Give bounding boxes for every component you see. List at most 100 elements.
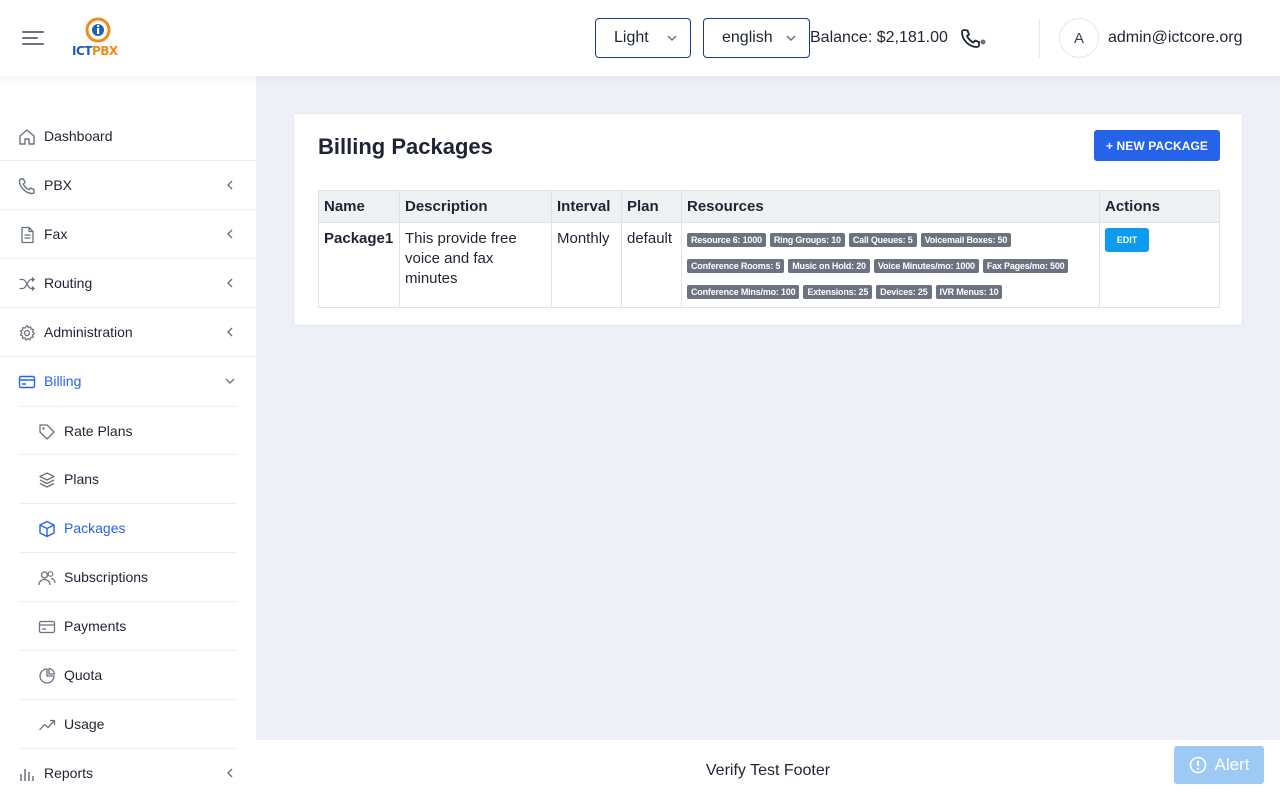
chevron-down-icon	[667, 35, 677, 42]
sidebar-item-label: Packages	[64, 520, 126, 536]
resource-badge: Devices: 25	[876, 285, 932, 299]
menu-icon[interactable]	[22, 28, 46, 48]
sidebar-item-label: Payments	[64, 618, 127, 634]
alert-button[interactable]: Alert	[1174, 746, 1264, 784]
chevron-left-icon	[227, 180, 233, 190]
sidebar-item-label: Administration	[44, 324, 133, 340]
footer-text: Verify Test Footer	[705, 762, 831, 779]
column-header-description[interactable]: Description	[399, 190, 552, 223]
chevron-down-icon	[786, 35, 796, 42]
sidebar-item-routing[interactable]: Routing	[0, 259, 256, 308]
package-resources: Resource 6: 1000 Ring Groups: 10 Call Queu…	[681, 222, 1100, 308]
column-header-name[interactable]: Name	[318, 190, 400, 223]
sidebar-subitem-usage[interactable]: Usage	[20, 700, 236, 749]
credit-card-icon	[18, 375, 36, 389]
layers-icon	[39, 472, 55, 488]
sidebar-subitem-packages[interactable]: Packages	[20, 504, 236, 553]
chevron-left-icon	[227, 768, 233, 778]
column-header-resources[interactable]: Resources	[681, 190, 1100, 223]
sidebar-item-label: Routing	[44, 275, 93, 291]
bar-chart-icon	[20, 769, 34, 781]
sidebar-item-label: Quota	[64, 667, 103, 683]
resource-badge: Resource 6: 1000	[687, 233, 766, 247]
avatar[interactable]: A	[1059, 18, 1099, 58]
sidebar-item-label: Plans	[64, 471, 100, 487]
home-icon	[19, 129, 35, 145]
package-plan: default	[621, 222, 682, 308]
sidebar-subitem-payments[interactable]: Payments	[20, 602, 236, 651]
resource-badge: Extensions: 25	[803, 285, 873, 299]
table-header-row: Name Description Interval Plan Resources…	[318, 190, 1220, 223]
resource-badge: Fax Pages/mo: 500	[982, 259, 1069, 273]
logo[interactable]: ICTPBX	[70, 16, 126, 62]
sidebar-item-label: Dashboard	[44, 128, 113, 144]
logo-text: ICTPBX	[72, 44, 118, 58]
theme-select-value: Light	[614, 29, 649, 46]
column-header-plan[interactable]: Plan	[621, 190, 682, 223]
language-select-value: english	[722, 29, 773, 46]
chevron-down-icon	[225, 378, 235, 384]
sidebar-item-billing[interactable]: Billing	[0, 357, 256, 406]
users-icon	[38, 571, 56, 586]
column-header-actions[interactable]: Actions	[1099, 190, 1220, 223]
package-name: Package1	[318, 222, 400, 308]
sidebar-subitem-quota[interactable]: Quota	[20, 651, 236, 700]
language-select[interactable]: english	[703, 18, 810, 58]
sidebar-item-label: Fax	[44, 226, 68, 242]
package-actions: EDIT	[1099, 222, 1220, 308]
sidebar-item-pbx[interactable]: PBX	[0, 161, 256, 210]
sidebar-item-dashboard[interactable]: Dashboard	[0, 112, 256, 161]
resource-badge: Voice Minutes/mo: 1000	[873, 259, 979, 273]
resource-badge: Conference Mins/mo: 100	[687, 285, 800, 299]
header-divider	[1039, 18, 1040, 58]
sidebar-subitem-subscriptions[interactable]: Subscriptions	[20, 553, 236, 602]
resource-badge: Music on Hold: 20	[788, 259, 870, 273]
column-header-interval[interactable]: Interval	[551, 190, 622, 223]
sidebar-item-administration[interactable]: Administration	[0, 308, 256, 357]
billing-packages-card: Billing Packages + NEW PACKAGE Name Desc…	[293, 113, 1243, 326]
sidebar-item-label: Billing	[44, 373, 82, 389]
resource-badge: IVR Menus: 10	[935, 285, 1003, 299]
edit-button[interactable]: EDIT	[1105, 228, 1149, 252]
phone-icon	[18, 178, 35, 195]
table-row: Package1 This provide free voice and fax…	[318, 222, 1220, 308]
sidebar-item-label: Usage	[64, 716, 105, 732]
alert-label: Alert	[1214, 755, 1250, 774]
chevron-left-icon	[227, 229, 233, 239]
top-header: ICTPBX Light english Balance: $2,181.00 …	[0, 0, 1280, 76]
sidebar-item-label: PBX	[44, 177, 73, 193]
theme-select[interactable]: Light	[595, 18, 691, 58]
sidebar-subitem-plans[interactable]: Plans	[20, 455, 236, 504]
user-email[interactable]: admin@ictcore.org	[1108, 29, 1243, 47]
document-icon	[21, 226, 34, 244]
credit-card-icon	[38, 620, 56, 634]
trending-up-icon	[39, 719, 56, 731]
gear-icon	[19, 324, 35, 341]
sidebar-item-label: Reports	[44, 765, 94, 781]
sidebar-item-label: Subscriptions	[64, 569, 149, 585]
sidebar-item-fax[interactable]: Fax	[0, 210, 256, 259]
resource-badge: Call Queues: 5	[848, 233, 917, 247]
new-package-button[interactable]: + NEW PACKAGE	[1094, 130, 1220, 161]
balance-text: Balance: $2,181.00	[810, 29, 948, 46]
box-icon	[39, 520, 55, 538]
shuffle-icon	[19, 277, 35, 291]
sidebar-subitem-rate-plans[interactable]: Rate Plans	[20, 406, 236, 455]
sidebar-item-label: Rate Plans	[64, 423, 133, 439]
chevron-left-icon	[227, 278, 233, 288]
alert-circle-icon	[1189, 756, 1206, 774]
chevron-left-icon	[227, 327, 233, 337]
sidebar-item-reports[interactable]: Reports	[0, 749, 256, 798]
pie-chart-icon	[39, 667, 56, 684]
resource-badge: Voicemail Boxes: 50	[920, 233, 1012, 247]
page-title: Billing Packages	[318, 134, 493, 159]
sidebar: Dashboard PBX Fax Routing Administration…	[0, 76, 256, 800]
resource-badge: Conference Rooms: 5	[687, 259, 785, 273]
resource-badge: Ring Groups: 10	[769, 233, 845, 247]
tag-icon	[39, 424, 55, 440]
package-description: This provide free voice and fax minutes	[399, 222, 552, 308]
footer: Verify Test Footer	[256, 740, 1280, 800]
phone-status-icon[interactable]	[960, 27, 988, 51]
package-interval: Monthly	[551, 222, 622, 308]
packages-table: Name Description Interval Plan Resources…	[318, 190, 1220, 308]
